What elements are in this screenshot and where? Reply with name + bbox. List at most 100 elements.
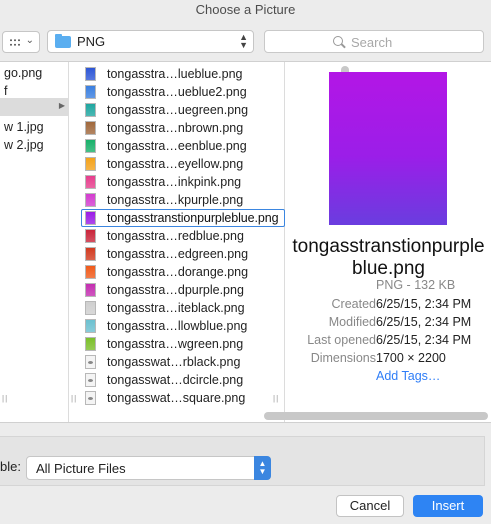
file-thumbnail-icon bbox=[85, 301, 96, 315]
file-row[interactable]: tongasstra…ueblue2.png bbox=[69, 83, 279, 101]
meta-value: 6/25/15, 2:34 PM bbox=[376, 333, 472, 347]
file-row[interactable]: tongasstra…iteblack.png bbox=[69, 299, 279, 317]
file-thumbnail-icon bbox=[85, 355, 96, 369]
file-row[interactable]: tongasstra…inkpink.png bbox=[69, 173, 279, 191]
file-thumbnail-icon bbox=[85, 157, 96, 171]
file-thumbnail-icon bbox=[85, 85, 96, 99]
file-row[interactable]: tongasstra…nbrown.png bbox=[69, 119, 279, 137]
title-bar: Choose a Picture bbox=[0, 0, 491, 22]
file-thumbnail-icon bbox=[85, 139, 96, 153]
file-thumbnail-icon bbox=[85, 319, 96, 333]
file-thumbnail-icon bbox=[85, 193, 96, 207]
selected-folder-row[interactable]: ▶ bbox=[0, 98, 68, 116]
file-name: tongasswat…rblack.png bbox=[107, 355, 241, 369]
file-column[interactable]: || || tongasstra…lueblue.png tongasstra…u… bbox=[69, 62, 349, 422]
list-item[interactable]: go.png bbox=[4, 66, 42, 84]
chevron-down-icon: ⌄ bbox=[25, 35, 34, 46]
file-name: tongasstra…redblue.png bbox=[107, 229, 244, 243]
location-label: PNG bbox=[77, 34, 106, 49]
list-item[interactable]: w 1.jpg bbox=[4, 120, 44, 138]
file-name: tongasstra…llowblue.png bbox=[107, 319, 248, 333]
options-box: ble: All Picture Files ▲ ▼ bbox=[0, 436, 485, 486]
file-row[interactable]: tongasswat…rblack.png bbox=[69, 353, 279, 371]
file-row[interactable]: tongasstra…wgreen.png bbox=[69, 335, 279, 353]
horizontal-scrollbar[interactable] bbox=[264, 412, 488, 420]
file-row[interactable]: tongasstra…dorange.png bbox=[69, 263, 279, 281]
parent-column[interactable]: ▶ go.png f w 1.jpg w 2.jpg || bbox=[0, 62, 69, 422]
toolbar: ⌄ PNG ▲ ▼ Search bbox=[0, 22, 491, 62]
preview-image bbox=[329, 72, 447, 225]
file-name: tongasstra…dorange.png bbox=[107, 265, 249, 279]
location-popup[interactable]: PNG ▲ ▼ bbox=[47, 30, 254, 53]
file-type-value: All Picture Files bbox=[36, 461, 126, 476]
file-row[interactable]: tongasstra…dpurple.png bbox=[69, 281, 279, 299]
updown-arrows-icon: ▲ ▼ bbox=[254, 456, 271, 480]
bottom-panel: ble: All Picture Files ▲ ▼ Cancel Insert bbox=[0, 422, 491, 524]
file-thumbnail-icon bbox=[85, 103, 96, 117]
list-item[interactable]: w 2.jpg bbox=[4, 138, 44, 156]
grid-view-icon bbox=[9, 38, 21, 47]
file-name: tongasstranstionpurpleblue.png bbox=[107, 211, 279, 225]
cancel-button[interactable]: Cancel bbox=[336, 495, 404, 517]
file-thumbnail-icon bbox=[85, 211, 96, 225]
insert-button[interactable]: Insert bbox=[413, 495, 483, 517]
file-row[interactable]: tongasstra…lueblue.png bbox=[69, 65, 279, 83]
file-thumbnail-icon bbox=[85, 67, 96, 81]
folder-icon bbox=[55, 34, 71, 48]
file-row[interactable]: tongasstra…eenblue.png bbox=[69, 137, 279, 155]
add-tags-link[interactable]: Add Tags… bbox=[376, 369, 440, 383]
file-kind: PNG - 132 KB bbox=[376, 278, 456, 292]
enable-label: ble: bbox=[0, 459, 21, 474]
preview-pane: tongasstranstionpurple blue.png PNG - 132… bbox=[286, 62, 491, 412]
search-icon bbox=[333, 36, 343, 46]
file-name: tongasswat…dcircle.png bbox=[107, 373, 244, 387]
file-name: tongasswat…square.png bbox=[107, 391, 246, 405]
list-item[interactable]: f bbox=[4, 84, 7, 102]
file-name: tongasstra…edgreen.png bbox=[107, 247, 249, 261]
file-name: tongasstra…eenblue.png bbox=[107, 139, 247, 153]
meta-value: 6/25/15, 2:34 PM bbox=[376, 315, 472, 329]
file-thumbnail-icon bbox=[85, 247, 96, 261]
file-name: tongasstra…kpurple.png bbox=[107, 193, 244, 207]
file-thumbnail-icon bbox=[85, 283, 96, 297]
file-thumbnail-icon bbox=[85, 265, 96, 279]
file-row[interactable]: tongasstra…kpurple.png bbox=[69, 191, 279, 209]
file-name: tongasstra…lueblue.png bbox=[107, 67, 243, 81]
meta-value: 6/25/15, 2:34 PM bbox=[376, 297, 472, 311]
file-type-select[interactable]: All Picture Files ▲ ▼ bbox=[26, 456, 271, 480]
file-row[interactable]: tongasstranstionpurpleblue.png bbox=[69, 209, 285, 227]
file-thumbnail-icon bbox=[85, 337, 96, 351]
file-row[interactable]: tongasstra…llowblue.png bbox=[69, 317, 279, 335]
file-row[interactable]: tongasstra…redblue.png bbox=[69, 227, 279, 245]
column-resize-handle[interactable]: || bbox=[2, 394, 8, 403]
file-row[interactable]: tongasstra…edgreen.png bbox=[69, 245, 279, 263]
file-thumbnail-icon bbox=[85, 373, 96, 387]
file-name: tongasstra…eyellow.png bbox=[107, 157, 244, 171]
file-name: tongasstra…dpurple.png bbox=[107, 283, 244, 297]
file-row[interactable]: tongasstra…eyellow.png bbox=[69, 155, 279, 173]
preview-filename: tongasstranstionpurple blue.png bbox=[292, 236, 485, 279]
file-thumbnail-icon bbox=[85, 391, 96, 405]
file-browser: ▶ go.png f w 1.jpg w 2.jpg || || || tong… bbox=[0, 62, 491, 422]
file-thumbnail-icon bbox=[85, 229, 96, 243]
file-name: tongasstra…wgreen.png bbox=[107, 337, 244, 351]
search-placeholder: Search bbox=[351, 35, 393, 50]
updown-arrows-icon: ▲ ▼ bbox=[239, 32, 248, 50]
meta-value: 1700 × 2200 bbox=[376, 351, 446, 365]
file-name: tongasstra…inkpink.png bbox=[107, 175, 242, 189]
meta-label: Dimensions bbox=[310, 351, 376, 365]
file-row[interactable]: tongasswat…dcircle.png bbox=[69, 371, 279, 389]
file-name: tongasstra…ueblue2.png bbox=[107, 85, 247, 99]
search-field[interactable]: Search bbox=[264, 30, 484, 53]
file-row[interactable]: tongasstra…uegreen.png bbox=[69, 101, 279, 119]
file-name: tongasstra…iteblack.png bbox=[107, 301, 245, 315]
file-thumbnail-icon bbox=[85, 175, 96, 189]
disclosure-arrow-icon: ▶ bbox=[58, 101, 65, 110]
meta-label: Last opened bbox=[307, 333, 376, 347]
file-row[interactable]: tongasswat…square.png bbox=[69, 389, 279, 407]
meta-label: Modified bbox=[328, 315, 376, 329]
view-mode-button[interactable]: ⌄ bbox=[2, 31, 40, 53]
meta-label: Created bbox=[331, 297, 376, 311]
file-thumbnail-icon bbox=[85, 121, 96, 135]
window-title: Choose a Picture bbox=[195, 2, 296, 17]
